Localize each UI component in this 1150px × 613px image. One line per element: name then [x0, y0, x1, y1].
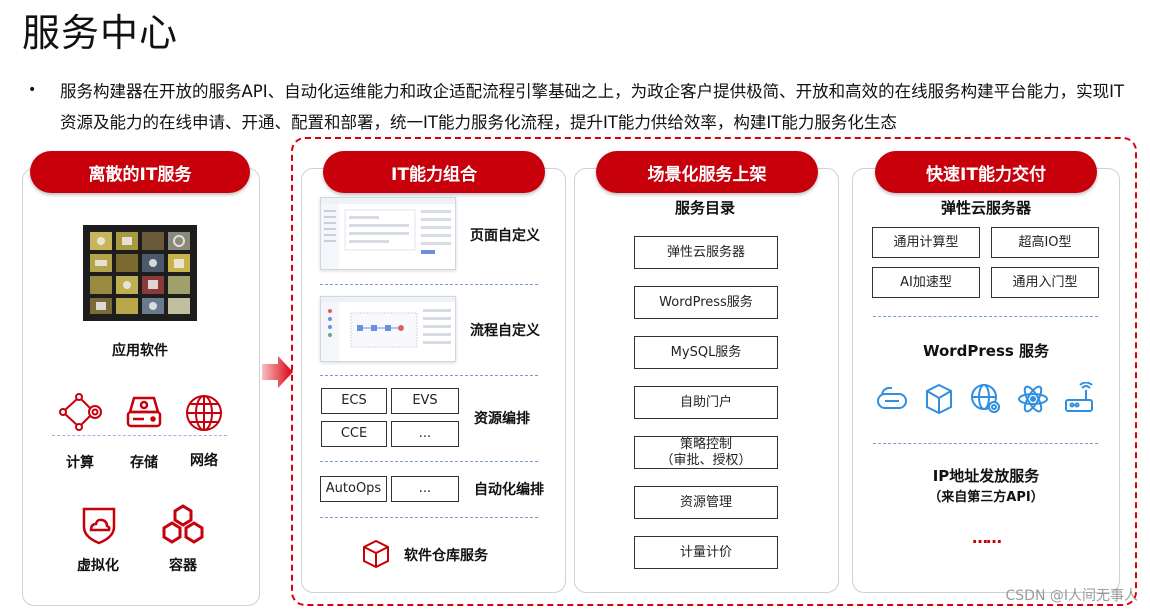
- atom-icon: [1016, 382, 1050, 420]
- page-title: 服务中心: [22, 11, 179, 55]
- resource-more[interactable]: ...: [391, 421, 459, 447]
- col1-divider: [52, 435, 227, 436]
- ecs-type-entry[interactable]: 通用入门型: [991, 267, 1099, 298]
- col2-divider-3: [320, 461, 538, 462]
- col4-divider-2: [873, 443, 1098, 444]
- flow-custom-label: 流程自定义: [470, 323, 540, 339]
- catalog-item-resource-mgmt[interactable]: 资源管理: [634, 486, 778, 519]
- router-icon: [1062, 381, 1096, 420]
- cube-icon: [360, 538, 392, 574]
- resource-evs[interactable]: EVS: [391, 388, 459, 414]
- col4-divider-1: [873, 316, 1098, 317]
- globe-gear-icon: [969, 382, 1003, 420]
- page-designer-screenshot: [320, 197, 456, 270]
- virtualization-label: 虚拟化: [77, 558, 119, 574]
- storage-label: 存储: [130, 455, 158, 471]
- col2-divider-2: [320, 375, 538, 376]
- automation-autoops[interactable]: AutoOps: [320, 476, 387, 502]
- ip-service-title: IP地址发放服务: [932, 467, 1040, 485]
- flow-arrow-icon: [262, 354, 294, 394]
- automation-more[interactable]: ...: [391, 476, 459, 502]
- ecs-type-general[interactable]: 通用计算型: [872, 227, 980, 258]
- catalog-item-mysql[interactable]: MySQL服务: [634, 336, 778, 369]
- col2-divider-4: [320, 517, 538, 518]
- network-label: 网络: [190, 453, 218, 469]
- page-custom-label: 页面自定义: [470, 228, 540, 244]
- container-icon: [158, 503, 208, 549]
- flow-designer-screenshot: [320, 296, 456, 362]
- storage-icon: [124, 394, 164, 434]
- app-software-grid-icon: [83, 225, 197, 321]
- more-ellipsis: ……: [972, 528, 1002, 547]
- virtualization-icon: [78, 503, 120, 549]
- software-repo-label: 软件仓库服务: [404, 548, 488, 564]
- container-label: 容器: [169, 558, 197, 574]
- network-icon: [184, 393, 224, 437]
- header-delivery: 快速IT能力交付: [875, 151, 1097, 193]
- resource-orchestration-label: 资源编排: [474, 411, 530, 427]
- catalog-item-wordpress[interactable]: WordPress服务: [634, 286, 778, 319]
- header-scenario: 场景化服务上架: [596, 151, 818, 193]
- catalog-item-billing[interactable]: 计量计价: [634, 536, 778, 569]
- automation-orchestration-label: 自动化编排: [474, 482, 544, 498]
- cube-icon: [923, 382, 955, 420]
- ecs-title: 弹性云服务器: [940, 199, 1031, 217]
- catalog-item-self-portal[interactable]: 自助门户: [634, 386, 778, 419]
- catalog-item-ecs[interactable]: 弹性云服务器: [634, 236, 778, 269]
- app-software-label: 应用软件: [112, 343, 168, 359]
- bullet-dot: •: [28, 82, 37, 98]
- resource-ecs[interactable]: ECS: [321, 388, 387, 414]
- wordpress-service-title: WordPress 服务: [922, 342, 1050, 360]
- header-it-combo: IT能力组合: [323, 151, 545, 193]
- header-discrete-it: 离散的IT服务: [30, 151, 250, 193]
- cloud-box-icon: [875, 384, 909, 420]
- ecs-type-high-io[interactable]: 超高IO型: [991, 227, 1099, 258]
- col2-divider-1: [320, 284, 538, 285]
- service-catalog-title: 服务目录: [674, 199, 735, 217]
- compute-icon: [57, 392, 103, 436]
- compute-label: 计算: [66, 455, 94, 471]
- ecs-type-ai[interactable]: AI加速型: [872, 267, 980, 298]
- panel-scenario: [574, 168, 839, 593]
- catalog-item-policy[interactable]: 策略控制 （审批、授权）: [634, 436, 778, 469]
- ip-service-source: （来自第三方API）: [928, 490, 1044, 505]
- resource-cce[interactable]: CCE: [321, 421, 387, 447]
- watermark: CSDN @I人间无事人: [1005, 588, 1139, 604]
